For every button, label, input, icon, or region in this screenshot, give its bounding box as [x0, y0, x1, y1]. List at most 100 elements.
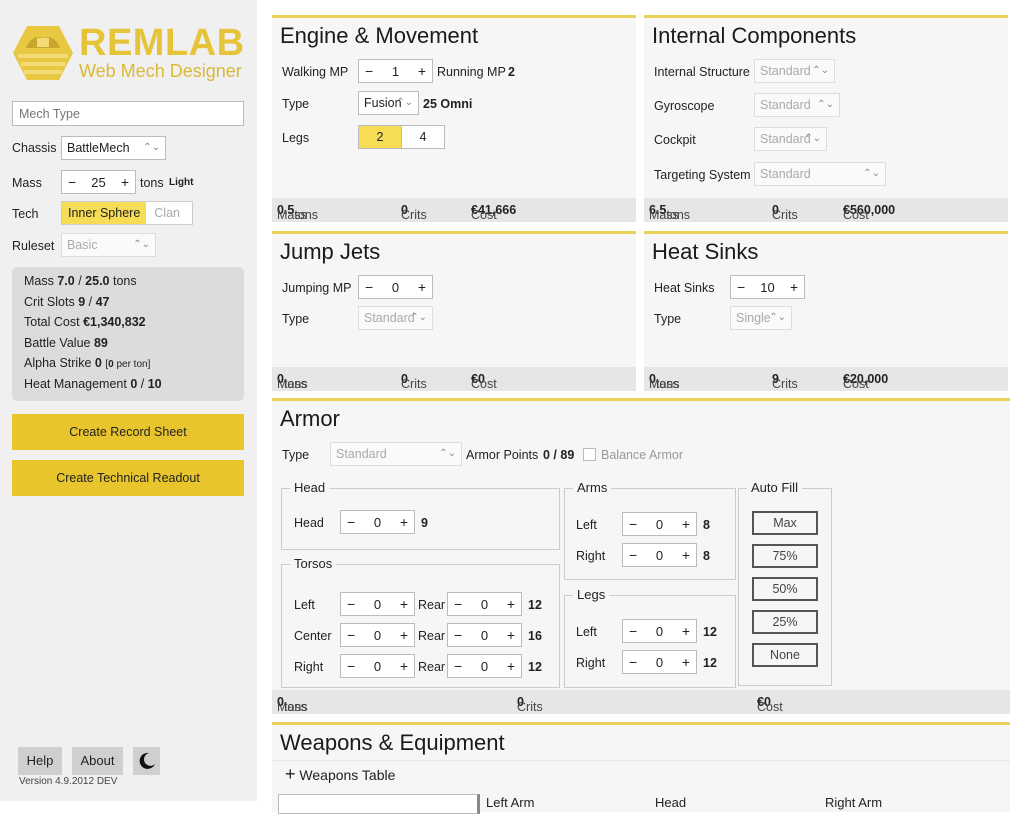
chassis-select[interactable]: BattleMech ⌃⌄: [61, 136, 166, 160]
increment-button[interactable]: +: [400, 658, 408, 674]
right-arm-armor-value[interactable]: 0: [637, 548, 682, 563]
tech-option-clan[interactable]: Clan: [146, 202, 192, 224]
jump-jet-type-select[interactable]: Standard ⌃⌄: [358, 306, 433, 330]
select-chevron-icon: ⌃⌄: [863, 168, 880, 179]
weapons-table-toggle[interactable]: + Weapons Table: [285, 764, 395, 785]
increment-button[interactable]: +: [507, 658, 515, 674]
select-chevron-icon: ⌃⌄: [143, 142, 160, 153]
create-technical-readout-button[interactable]: Create Technical Readout: [12, 460, 244, 496]
increment-button[interactable]: +: [682, 516, 690, 532]
increment-button[interactable]: +: [682, 623, 690, 639]
walking-mp-value[interactable]: 1: [373, 64, 418, 79]
stat-crit-slots: Crit Slots 9 / 47: [24, 294, 110, 309]
legs-option-2[interactable]: 2: [359, 126, 402, 148]
legs-option-4[interactable]: 4: [402, 126, 444, 148]
increment-button[interactable]: +: [790, 279, 798, 295]
running-mp-label: Running MP: [437, 65, 506, 79]
increment-button[interactable]: +: [418, 279, 426, 295]
autofill-25-button[interactable]: 25%: [752, 610, 818, 634]
balance-armor-checkbox[interactable]: [583, 448, 596, 461]
decrement-button[interactable]: −: [629, 654, 637, 670]
dark-mode-toggle[interactable]: [133, 747, 160, 775]
decrement-button[interactable]: −: [347, 658, 355, 674]
decrement-button[interactable]: −: [629, 547, 637, 563]
autofill-max-button[interactable]: Max: [752, 511, 818, 535]
left-torso-rear-value[interactable]: 0: [462, 597, 507, 612]
mass-value[interactable]: 25: [76, 175, 121, 190]
center-torso-rear-value[interactable]: 0: [462, 628, 507, 643]
walking-mp-stepper[interactable]: − 1 +: [358, 59, 433, 83]
engine-type-select[interactable]: Fusion ⌃⌄: [358, 91, 419, 115]
left-torso-front-value[interactable]: 0: [355, 597, 400, 612]
heat-sinks-stepper[interactable]: − 10 +: [730, 275, 805, 299]
decrement-button[interactable]: −: [365, 63, 373, 79]
increment-button[interactable]: +: [418, 63, 426, 79]
decrement-button[interactable]: −: [347, 596, 355, 612]
increment-button[interactable]: +: [400, 514, 408, 530]
targeting-system-select[interactable]: Standard ⌃⌄: [754, 162, 886, 186]
center-torso-armor-max: 16: [528, 629, 542, 643]
head-armor-stepper[interactable]: − 0 +: [340, 510, 415, 534]
right-arm-armor-stepper[interactable]: −0 +: [622, 543, 697, 567]
stat-alpha-strike: Alpha Strike 0 [0 per ton]: [24, 356, 151, 370]
increment-button[interactable]: +: [682, 654, 690, 670]
increment-button[interactable]: +: [400, 596, 408, 612]
internal-structure-label: Internal Structure: [654, 65, 750, 79]
help-button[interactable]: Help: [18, 747, 62, 775]
increment-button[interactable]: +: [121, 174, 129, 190]
head-armor-value[interactable]: 0: [355, 515, 400, 530]
center-torso-rear-stepper[interactable]: −0 +: [447, 623, 522, 647]
left-torso-rear-stepper[interactable]: −0 +: [447, 592, 522, 616]
equipment-list[interactable]: [278, 794, 480, 814]
right-leg-armor-stepper[interactable]: −0 +: [622, 650, 697, 674]
left-arm-armor-stepper[interactable]: −0 +: [622, 512, 697, 536]
column-head: Head: [655, 795, 687, 810]
right-torso-front-stepper[interactable]: −0 +: [340, 654, 415, 678]
decrement-button[interactable]: −: [347, 514, 355, 530]
decrement-button[interactable]: −: [629, 623, 637, 639]
create-record-sheet-button[interactable]: Create Record Sheet: [12, 414, 244, 450]
center-torso-front-value[interactable]: 0: [355, 628, 400, 643]
mass-stepper[interactable]: − 25 +: [61, 170, 136, 194]
increment-button[interactable]: +: [682, 547, 690, 563]
right-torso-rear-stepper[interactable]: −0 +: [447, 654, 522, 678]
jumping-mp-value[interactable]: 0: [373, 280, 418, 295]
increment-button[interactable]: +: [507, 627, 515, 643]
decrement-button[interactable]: −: [347, 627, 355, 643]
autofill-75-button[interactable]: 75%: [752, 544, 818, 568]
about-button[interactable]: About: [72, 747, 123, 775]
left-torso-front-stepper[interactable]: −0 +: [340, 592, 415, 616]
right-leg-armor-value[interactable]: 0: [637, 655, 682, 670]
left-leg-armor-stepper[interactable]: −0 +: [622, 619, 697, 643]
decrement-button[interactable]: −: [454, 658, 462, 674]
right-torso-rear-value[interactable]: 0: [462, 659, 507, 674]
decrement-button[interactable]: −: [68, 174, 76, 190]
heat-sinks-value[interactable]: 10: [745, 280, 790, 295]
gyroscope-select[interactable]: Standard ⌃⌄: [754, 93, 840, 117]
mech-type-input[interactable]: [12, 101, 244, 126]
decrement-button[interactable]: −: [629, 516, 637, 532]
decrement-button[interactable]: −: [365, 279, 373, 295]
decrement-button[interactable]: −: [737, 279, 745, 295]
jumping-mp-stepper[interactable]: − 0 +: [358, 275, 433, 299]
panel-title: Internal Components: [652, 23, 857, 48]
increment-button[interactable]: +: [400, 627, 408, 643]
heat-sink-type-select[interactable]: Single ⌃⌄: [730, 306, 792, 330]
internal-structure-select[interactable]: Standard ⌃⌄: [754, 59, 835, 83]
panel-title: Jump Jets: [280, 239, 381, 264]
armor-type-select[interactable]: Standard ⌃⌄: [330, 442, 462, 466]
autofill-none-button[interactable]: None: [752, 643, 818, 667]
center-torso-front-stepper[interactable]: −0 +: [340, 623, 415, 647]
decrement-button[interactable]: −: [454, 596, 462, 612]
right-torso-front-value[interactable]: 0: [355, 659, 400, 674]
tech-option-inner-sphere[interactable]: Inner Sphere: [62, 202, 147, 224]
decrement-button[interactable]: −: [454, 627, 462, 643]
left-arm-armor-value[interactable]: 0: [637, 517, 682, 532]
autofill-50-button[interactable]: 50%: [752, 577, 818, 601]
ruleset-select[interactable]: Basic ⌃⌄: [61, 233, 156, 257]
left-leg-armor-value[interactable]: 0: [637, 624, 682, 639]
stat-battle-value: Battle Value 89: [24, 335, 108, 350]
cockpit-select[interactable]: Standard ⌃⌄: [754, 127, 827, 151]
version-label: Version 4.9.2012 DEV: [19, 776, 118, 787]
increment-button[interactable]: +: [507, 596, 515, 612]
